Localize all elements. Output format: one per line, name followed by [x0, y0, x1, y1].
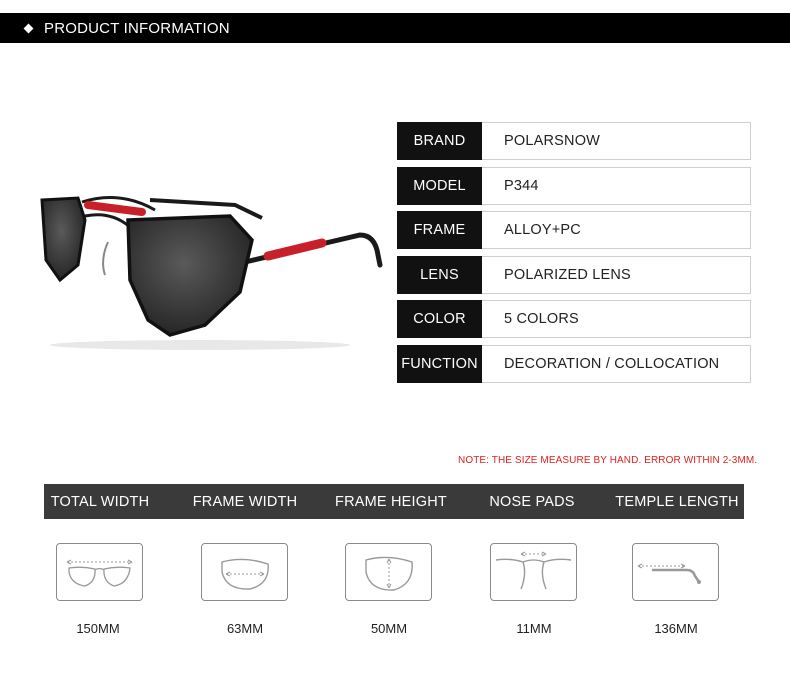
- measurement-value-frame-height: 50MM: [370, 621, 408, 636]
- diamond-icon: [23, 23, 34, 33]
- size-note: NOTE: THE SIZE MEASURE BY HAND. ERROR WI…: [458, 455, 758, 466]
- sunglasses-image: [40, 196, 383, 350]
- measurement-label-nose-pads: NOSE PADS: [489, 493, 575, 510]
- spec-row-function: FUNCTION DECORATION / COLLOCATION: [397, 344, 751, 383]
- spec-row-lens: LENS POLARIZED LENS: [397, 255, 751, 294]
- spec-key: BRAND: [397, 122, 482, 160]
- measurement-value-frame-width: 63MM: [226, 621, 264, 636]
- spec-value: P344: [482, 166, 751, 205]
- nose-pads-icon: [490, 543, 577, 601]
- measurement-label-total-width: TOTAL WIDTH: [50, 493, 150, 510]
- spec-value: ALLOY+PC: [482, 211, 751, 249]
- measurement-value-nose-pads: 11MM: [516, 621, 552, 636]
- spec-value: POLARSNOW: [482, 122, 751, 160]
- spec-key: COLOR: [397, 300, 482, 338]
- spec-key: FUNCTION: [397, 344, 482, 383]
- total-width-icon: [56, 543, 143, 601]
- spec-key: FRAME: [397, 211, 482, 249]
- spec-row-model: MODEL P344: [397, 166, 751, 205]
- spec-row-frame: FRAME ALLOY+PC: [397, 211, 751, 249]
- measurement-label-frame-height: FRAME HEIGHT: [335, 493, 447, 510]
- section-header: PRODUCT INFORMATION: [0, 13, 790, 43]
- measurement-value-temple-length: 136MM: [654, 621, 698, 636]
- frame-height-icon: [345, 543, 432, 601]
- section-title: PRODUCT INFORMATION: [44, 19, 230, 37]
- spec-value: 5 COLORS: [482, 300, 751, 338]
- spec-value: POLARIZED LENS: [482, 255, 751, 294]
- spec-value: DECORATION / COLLOCATION: [482, 344, 751, 383]
- measurement-value-total-width: 150MM: [76, 621, 120, 636]
- frame-width-icon: [201, 543, 288, 601]
- measurement-header-bar: TOTAL WIDTH FRAME WIDTH FRAME HEIGHT NOS…: [44, 484, 744, 519]
- spec-key: MODEL: [397, 166, 482, 205]
- measurement-label-temple-length: TEMPLE LENGTH: [615, 493, 739, 510]
- spec-table: BRAND POLARSNOW MODEL P344 FRAME ALLOY+P…: [397, 122, 751, 389]
- spec-row-brand: BRAND POLARSNOW: [397, 122, 751, 160]
- spec-key: LENS: [397, 255, 482, 294]
- measurement-label-frame-width: FRAME WIDTH: [192, 493, 298, 510]
- spec-row-color: COLOR 5 COLORS: [397, 300, 751, 338]
- temple-length-icon: [632, 543, 719, 601]
